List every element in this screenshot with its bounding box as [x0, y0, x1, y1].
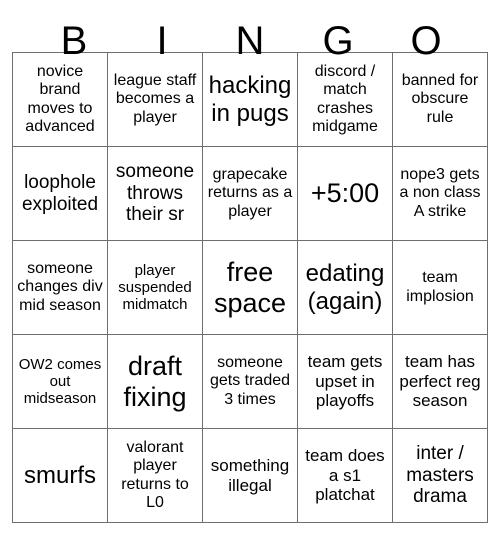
bingo-cell-label: team implosion [406, 269, 474, 305]
bingo-cell-i2[interactable]: someone throws their sr [107, 146, 203, 241]
bingo-cell-label: something illegal [210, 456, 290, 495]
bingo-header-letter-g: G [322, 19, 354, 63]
bingo-cell-b4[interactable]: OW2 comes out midseason [12, 334, 108, 429]
bingo-row: novice brand moves to advanced league st… [12, 52, 488, 147]
bingo-cell-label: valorant player returns to L0 [121, 439, 189, 511]
bingo-cell-label: inter / masters drama [406, 443, 474, 508]
bingo-cell-o1[interactable]: banned for obscure rule [392, 52, 488, 147]
bingo-cell-label: league staff becomes a player [113, 72, 197, 126]
bingo-cell-o4[interactable]: team has perfect reg season [392, 334, 488, 429]
bingo-row: OW2 comes out midseason draft fixing som… [12, 334, 488, 429]
bingo-cell-i1[interactable]: league staff becomes a player [107, 52, 203, 147]
bingo-cell-n2[interactable]: grapecake returns as a player [202, 146, 298, 241]
bingo-cell-label: draft fixing [123, 350, 187, 412]
bingo-cell-free-space[interactable]: free space [202, 240, 298, 335]
bingo-cell-label: hacking in pugs [208, 72, 292, 127]
bingo-cell-o5[interactable]: inter / masters drama [392, 428, 488, 523]
bingo-cell-b2[interactable]: loophole exploited [12, 146, 108, 241]
bingo-cell-g1[interactable]: discord / match crashes midgame [297, 52, 393, 147]
bingo-cell-g4[interactable]: team gets upset in playoffs [297, 334, 393, 429]
bingo-cell-label: team does a s1 platchat [305, 446, 385, 505]
bingo-cell-n4[interactable]: someone gets traded 3 times [202, 334, 298, 429]
bingo-cell-label: edating (again) [305, 260, 385, 315]
bingo-cell-b3[interactable]: someone changes div mid season [12, 240, 108, 335]
bingo-cell-g2[interactable]: +5:00 [297, 146, 393, 241]
bingo-header-letter-i: I [156, 19, 168, 63]
bingo-cell-i3[interactable]: player suspended midmatch [107, 240, 203, 335]
bingo-cell-b1[interactable]: novice brand moves to advanced [12, 52, 108, 147]
bingo-cell-n1[interactable]: hacking in pugs [202, 52, 298, 147]
bingo-cell-label: smurfs [24, 461, 96, 489]
bingo-header-letter-o: O [410, 19, 442, 63]
bingo-cell-i4[interactable]: draft fixing [107, 334, 203, 429]
bingo-row: smurfs valorant player returns to L0 som… [12, 428, 488, 523]
bingo-grid: novice brand moves to advanced league st… [12, 52, 488, 523]
bingo-cell-label: someone throws their sr [115, 161, 195, 226]
bingo-cell-label: +5:00 [310, 178, 380, 209]
bingo-cell-label: team gets upset in playoffs [307, 352, 383, 411]
bingo-cell-b5[interactable]: smurfs [12, 428, 108, 523]
bingo-header-row: B I N G O [30, 0, 470, 63]
bingo-header-letter-n: N [235, 19, 265, 63]
bingo-cell-label: novice brand moves to advanced [25, 63, 95, 135]
bingo-cell-label: team has perfect reg season [399, 352, 481, 411]
bingo-cell-label: someone changes div mid season [17, 260, 103, 314]
bingo-row: someone changes div mid season player su… [12, 240, 488, 335]
bingo-cell-o2[interactable]: nope3 gets a non class A strike [392, 146, 488, 241]
bingo-cell-g3[interactable]: edating (again) [297, 240, 393, 335]
bingo-cell-g5[interactable]: team does a s1 platchat [297, 428, 393, 523]
bingo-cell-label: discord / match crashes midgame [312, 63, 378, 135]
bingo-cell-o3[interactable]: team implosion [392, 240, 488, 335]
bingo-card: B I N G O novice brand moves to advanced… [0, 0, 500, 544]
bingo-cell-label: grapecake returns as a player [207, 166, 293, 220]
bingo-cell-label: banned for obscure rule [401, 72, 479, 126]
bingo-cell-label: free space [213, 256, 287, 318]
bingo-header-letter-b: B [60, 19, 88, 63]
bingo-cell-label: loophole exploited [21, 171, 99, 215]
bingo-cell-label: someone gets traded 3 times [209, 354, 291, 408]
bingo-cell-label: player suspended midmatch [118, 261, 192, 314]
bingo-row: loophole exploited someone throws their … [12, 146, 488, 241]
bingo-cell-n5[interactable]: something illegal [202, 428, 298, 523]
bingo-cell-label: nope3 gets a non class A strike [399, 166, 481, 220]
bingo-cell-label: OW2 comes out midseason [18, 355, 102, 408]
bingo-cell-i5[interactable]: valorant player returns to L0 [107, 428, 203, 523]
